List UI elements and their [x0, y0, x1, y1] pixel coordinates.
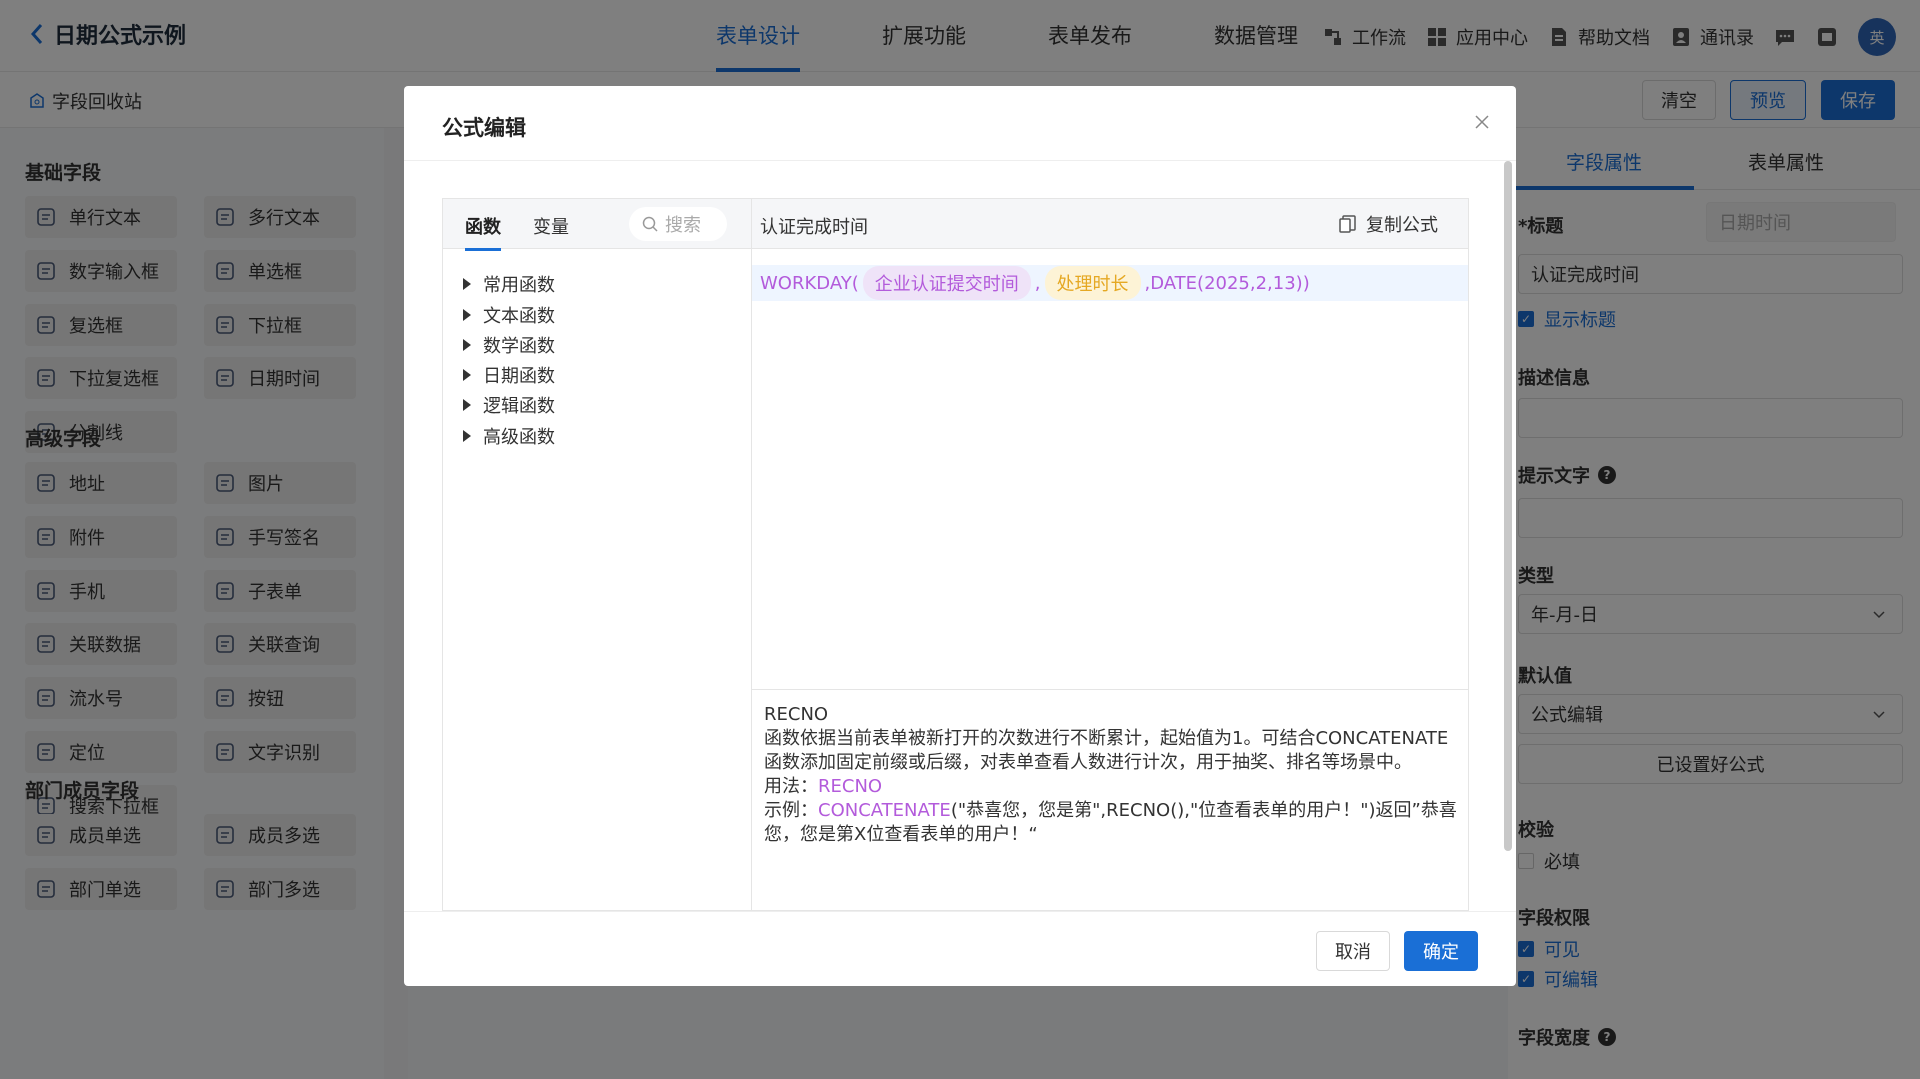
- function-search-input[interactable]: 搜索: [629, 207, 727, 241]
- function-group-advanced[interactable]: 高级函数: [463, 423, 555, 449]
- formula-editor-panel: 认证完成时间 复制公式 WORKDAY( 企业认证提交时间 , 处理时长 ,DA…: [751, 198, 1469, 911]
- function-group-label: 常用函数: [483, 275, 555, 296]
- caret-right-icon: [463, 278, 471, 290]
- function-group-text[interactable]: 文本函数: [463, 302, 555, 328]
- formula-function: WORKDAY(: [760, 272, 859, 294]
- function-help: RECNO 函数依据当前表单被新打开的次数进行不断累计，起始值为1。可结合CON…: [764, 703, 1460, 847]
- function-group-logic[interactable]: 逻辑函数: [463, 392, 555, 418]
- dialog-title: 公式编辑: [442, 116, 526, 140]
- footer-divider: [404, 911, 1516, 912]
- target-field-name: 认证完成时间: [760, 217, 868, 238]
- function-group-date[interactable]: 日期函数: [463, 362, 555, 388]
- copy-icon: [1339, 215, 1356, 233]
- description-divider: [752, 689, 1468, 690]
- help-text: 函数依据当前表单被新打开的次数进行不断累计，起始值为1。可结合CONCATENA…: [764, 728, 1449, 773]
- help-example: 示例：CONCATENATE("恭喜您，您是第",RECNO(),"位查看表单的…: [764, 799, 1460, 847]
- help-usage: 用法：RECNO: [764, 775, 1460, 799]
- variable-tag[interactable]: 处理时长: [1044, 266, 1141, 300]
- caret-right-icon: [463, 339, 471, 351]
- formula-header: 认证完成时间 复制公式: [752, 199, 1468, 249]
- function-group-common[interactable]: 常用函数: [463, 271, 555, 297]
- caret-right-icon: [463, 369, 471, 381]
- copy-formula-label: 复制公式: [1366, 215, 1438, 236]
- variable-tag[interactable]: 企业认证提交时间: [862, 266, 1031, 300]
- formula-rest: ,DATE(2025,2,13)): [1144, 272, 1310, 294]
- help-function-name: RECNO: [764, 704, 829, 725]
- usage-value: RECNO: [818, 776, 883, 797]
- header-divider: [404, 160, 1516, 161]
- example-label: 示例：: [764, 800, 818, 821]
- caret-right-icon: [463, 399, 471, 411]
- function-group-label: 逻辑函数: [483, 396, 555, 417]
- copy-formula-button[interactable]: 复制公式: [1338, 211, 1438, 237]
- formula-separator: ,: [1034, 272, 1041, 294]
- scrollbar[interactable]: [1504, 161, 1512, 851]
- function-panel: 函数 变量 搜索 常用函数 文本函数 数学函数 日期函数 逻辑函数 高级函数: [442, 198, 751, 911]
- function-group-label: 日期函数: [483, 366, 555, 387]
- function-group-label: 数学函数: [483, 336, 555, 357]
- caret-right-icon: [463, 309, 471, 321]
- function-group-label: 文本函数: [483, 306, 555, 327]
- caret-right-icon: [463, 430, 471, 442]
- search-placeholder: 搜索: [665, 215, 701, 236]
- cancel-button[interactable]: 取消: [1316, 931, 1390, 971]
- function-tabs: 函数 变量 搜索: [443, 199, 751, 251]
- usage-label: 用法：: [764, 776, 818, 797]
- confirm-button[interactable]: 确定: [1404, 931, 1478, 971]
- close-icon[interactable]: [1472, 112, 1492, 132]
- function-group-math[interactable]: 数学函数: [463, 332, 555, 358]
- formula-input[interactable]: WORKDAY( 企业认证提交时间 , 处理时长 ,DATE(2025,2,13…: [752, 265, 1468, 301]
- function-group-label: 高级函数: [483, 427, 555, 448]
- search-icon: [642, 216, 658, 232]
- tab-functions[interactable]: 函数: [465, 213, 501, 251]
- example-function: CONCATENATE: [818, 800, 951, 821]
- formula-editor-dialog: 公式编辑 函数 变量 搜索 常用函数 文本函数 数学函数 日期函数 逻辑函数 高…: [404, 86, 1516, 986]
- tab-variables[interactable]: 变量: [533, 213, 569, 239]
